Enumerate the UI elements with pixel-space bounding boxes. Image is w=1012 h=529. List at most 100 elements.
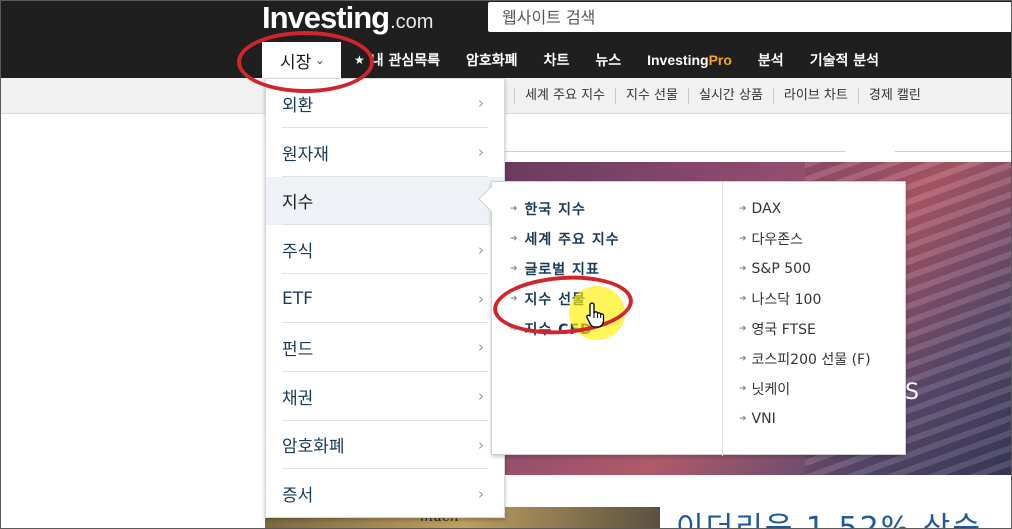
flyout-item-ftse[interactable]: ➜ 영국 FTSE — [723, 314, 907, 344]
chevron-right-icon: › — [478, 338, 484, 357]
star-icon: ★ — [354, 53, 365, 67]
markets-dropdown: 외환 › 원자재 › 지수 주식 › ETF › 펀드 › 채권 › 암호화폐 … — [265, 78, 505, 518]
dropdown-item-indices[interactable]: 지수 — [266, 176, 504, 226]
chevron-down-icon: ⌄ — [315, 53, 325, 67]
flyout-item-world-indices[interactable]: ➜ 세계 주요 지수 — [492, 224, 722, 254]
news-headline[interactable]: 이더리움 1.52% 상승 — [676, 503, 982, 529]
flyout-item-label: 지수 CFD — [524, 322, 593, 338]
arrow-right-icon: ➜ — [739, 324, 747, 334]
dropdown-item-certificates[interactable]: 증서 › — [266, 469, 504, 518]
logo-suffix: .com — [390, 11, 434, 33]
arrow-right-icon: ➜ — [510, 234, 519, 244]
nav-technical[interactable]: 기술적 분석 — [797, 42, 892, 78]
nav-crypto[interactable]: 암호화폐 — [453, 42, 531, 78]
flyout-item-label: 세계 주요 지수 — [524, 232, 620, 248]
flyout-item-vni[interactable]: ➜ VNI — [723, 404, 907, 434]
dropdown-item-bonds[interactable]: 채권 › — [266, 372, 504, 421]
flyout-item-label: 글로벌 지표 — [524, 262, 600, 278]
divider — [895, 151, 1012, 152]
chevron-right-icon: › — [478, 94, 484, 113]
arrow-right-icon: ➜ — [510, 204, 519, 214]
flyout-item-global-indicators[interactable]: ➜ 글로벌 지표 — [492, 254, 722, 284]
flyout-item-label: VNI — [751, 411, 776, 427]
chevron-right-icon: › — [478, 143, 484, 162]
dropdown-item-label: 채권 — [282, 388, 314, 409]
dropdown-item-label: 외환 — [282, 95, 314, 116]
dropdown-item-label: 증서 — [282, 486, 314, 507]
subnav-item[interactable]: 실시간 상품 — [687, 88, 773, 104]
arrow-right-icon: ➜ — [739, 354, 747, 364]
dropdown-item-etf[interactable]: ETF › — [266, 274, 504, 323]
arrow-right-icon: ➜ — [739, 234, 747, 244]
dropdown-item-label: 펀드 — [282, 339, 314, 360]
dropdown-item-label: 원자재 — [282, 144, 329, 165]
flyout-item-label: 코스피200 선물 (F) — [751, 352, 871, 368]
flyout-item-label: 지수 선물 — [524, 292, 586, 308]
flyout-item-label: 다우존스 — [751, 232, 804, 248]
nav-markets[interactable]: 시장 ⌄ — [262, 42, 341, 78]
dropdown-item-commodities[interactable]: 원자재 › — [266, 128, 504, 177]
arrow-right-icon: ➜ — [739, 414, 747, 424]
flyout-item-dax[interactable]: ➜ DAX — [723, 194, 907, 224]
sub-navigation-bar: 수 세계 주요 지수 지수 선물 실시간 상품 라이브 차트 경제 캘린 — [0, 78, 1012, 114]
flyout-index-list: ➜ DAX ➜ 다우존스 ➜ S&P 500 ➜ 나스닥 100 ➜ 영국 FT… — [722, 182, 907, 456]
main-nav: 시장 ⌄ ★ 내 관심목록 암호화폐 차트 뉴스 Investing Pro 분석… — [262, 42, 892, 78]
flyout-item-index-futures[interactable]: ➜ 지수 선물 — [492, 284, 722, 314]
flyout-category-list: ➜ 한국 지수 ➜ 세계 주요 지수 ➜ 글로벌 지표 ➜ 지수 선물 ➜ 지수… — [492, 194, 722, 344]
investing-pro-label: Investing — [647, 52, 709, 68]
dropdown-item-label: ETF — [282, 288, 313, 309]
top-navigation-bar: Investing .com 시장 ⌄ ★ 내 관심목록 암호화폐 차트 뉴스 … — [0, 0, 1012, 78]
flyout-item-label: DAX — [751, 201, 782, 217]
flyout-item-sp500[interactable]: ➜ S&P 500 — [723, 254, 907, 284]
arrow-right-icon: ➜ — [739, 294, 747, 304]
arrow-right-icon: ➜ — [510, 324, 519, 334]
subnav-item[interactable]: 지수 선물 — [615, 88, 688, 104]
flyout-item-label: 한국 지수 — [524, 202, 586, 218]
nav-watchlist-label: 내 관심목록 — [370, 53, 441, 69]
nav-markets-label: 시장 — [280, 52, 312, 73]
investing-pro-suffix: Pro — [708, 52, 732, 68]
site-search[interactable] — [488, 2, 1012, 32]
arrow-right-icon: ➜ — [739, 264, 747, 274]
nav-watchlist[interactable]: ★ 내 관심목록 — [341, 42, 453, 78]
dropdown-item-label: 주식 — [282, 242, 314, 263]
dropdown-item-funds[interactable]: 펀드 › — [266, 323, 504, 372]
nav-analysis[interactable]: 분석 — [745, 42, 797, 78]
chevron-right-icon: › — [478, 435, 484, 454]
flyout-item-label: 영국 FTSE — [751, 322, 816, 338]
investing-logo[interactable]: Investing .com — [262, 0, 433, 36]
dropdown-item-label: 암호화폐 — [282, 437, 345, 458]
flyout-item-korea-indices[interactable]: ➜ 한국 지수 — [492, 194, 722, 224]
dropdown-item-label: 지수 — [282, 193, 314, 214]
subnav-item[interactable]: 라이브 차트 — [772, 88, 858, 104]
nav-investing-pro[interactable]: Investing Pro — [634, 42, 745, 78]
subnav-list: 수 세계 주요 지수 지수 선물 실시간 상품 라이브 차트 경제 캘린 — [488, 78, 931, 114]
arrow-right-icon: ➜ — [739, 204, 747, 214]
chevron-right-icon: › — [478, 289, 484, 308]
dropdown-item-forex[interactable]: 외환 › — [266, 79, 504, 128]
flyout-item-label: 나스닥 100 — [751, 292, 822, 308]
indices-flyout: ➜ 한국 지수 ➜ 세계 주요 지수 ➜ 글로벌 지표 ➜ 지수 선물 ➜ 지수… — [491, 181, 907, 456]
arrow-right-icon: ➜ — [510, 264, 519, 274]
nav-news[interactable]: 뉴스 — [582, 42, 634, 78]
flyout-item-nasdaq100[interactable]: ➜ 나스닥 100 — [723, 284, 907, 314]
divider — [505, 151, 845, 152]
flyout-item-kospi200-futures[interactable]: ➜ 코스피200 선물 (F) — [723, 344, 907, 374]
dropdown-item-stocks[interactable]: 주식 › — [266, 225, 504, 275]
chevron-right-icon: › — [478, 387, 484, 406]
arrow-right-icon: ➜ — [739, 384, 747, 394]
arrow-right-icon: ➜ — [510, 294, 519, 304]
chevron-right-icon: › — [478, 484, 484, 503]
flyout-item-label: 닛케이 — [751, 382, 791, 398]
subnav-item[interactable]: 경제 캘린 — [857, 88, 931, 104]
subnav-item[interactable]: 세계 주요 지수 — [513, 88, 615, 104]
flyout-item-dow-jones[interactable]: ➜ 다우존스 — [723, 224, 907, 254]
chevron-right-icon: › — [478, 240, 484, 259]
logo-text: Investing — [262, 0, 390, 35]
flyout-item-nikkei[interactable]: ➜ 닛케이 — [723, 374, 907, 404]
search-input[interactable] — [488, 2, 1012, 32]
dropdown-item-crypto[interactable]: 암호화폐 › — [266, 421, 504, 470]
flyout-item-label: S&P 500 — [751, 261, 811, 277]
flyout-item-index-cfd[interactable]: ➜ 지수 CFD — [492, 314, 722, 344]
nav-charts[interactable]: 차트 — [531, 42, 583, 78]
